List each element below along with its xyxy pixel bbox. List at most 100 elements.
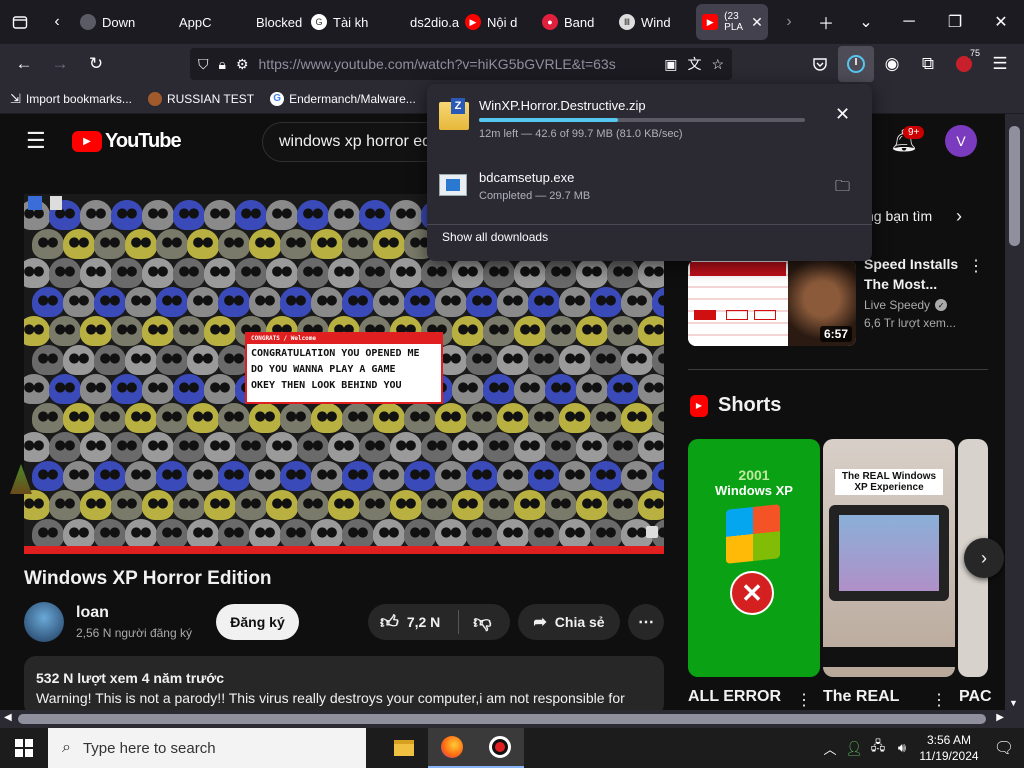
skull-graphic: [297, 258, 329, 288]
skull-graphic: [328, 258, 360, 288]
short-caption[interactable]: PAC: [959, 688, 992, 706]
tab-2[interactable]: Blocked: [228, 0, 305, 44]
chevron-down-icon[interactable]: ⌄: [846, 0, 886, 44]
chevron-right-icon[interactable]: ›: [956, 206, 962, 227]
forward-arrow-icon[interactable]: →: [42, 46, 78, 82]
download-item[interactable]: Z WinXP.Horror.Destructive.zip 12m left …: [439, 94, 859, 152]
recommended-channel[interactable]: Live Speedy ✓: [864, 298, 948, 312]
share-button[interactable]: ➦ Chia sẻ: [518, 604, 620, 640]
scroll-left-arrow-icon[interactable]: ◀: [4, 712, 12, 723]
short-caption[interactable]: ALL ERROR: [688, 688, 781, 706]
skull-graphic: [390, 490, 422, 520]
restore-icon[interactable]: ❐: [932, 0, 978, 44]
close-window-icon[interactable]: ✕: [978, 0, 1024, 44]
bookmark-endermanch[interactable]: G Endermanch/Malware...: [270, 91, 416, 106]
show-all-downloads-link[interactable]: Show all downloads: [442, 230, 548, 244]
more-options-icon[interactable]: ⋮: [931, 690, 947, 710]
lock-icon[interactable]: 🔒︎: [219, 56, 226, 73]
more-options-icon[interactable]: ⋮: [796, 690, 812, 710]
addon-icon[interactable]: 75: [946, 46, 982, 82]
channel-name[interactable]: loan: [76, 604, 109, 622]
scroll-down-arrow-icon[interactable]: ▼: [1009, 698, 1018, 708]
tab-0[interactable]: Down: [74, 0, 151, 44]
new-tab-icon[interactable]: ＋: [806, 0, 846, 44]
tab-4[interactable]: ds2dio.ae: [382, 0, 459, 44]
tab-7[interactable]: Ⅲ Wind: [613, 0, 690, 44]
firefox-icon[interactable]: [428, 728, 476, 768]
file-explorer-icon[interactable]: [380, 728, 428, 768]
taskbar-clock[interactable]: 3:56 AM 11/19/2024: [914, 732, 984, 764]
avatar[interactable]: V: [945, 125, 977, 157]
download-item[interactable]: bdcamsetup.exe Completed — 29.7 MB 🗀︎: [439, 166, 859, 224]
pocket-icon[interactable]: [802, 46, 838, 82]
minimize-icon[interactable]: ─: [886, 0, 932, 44]
close-tab-icon[interactable]: ✕: [751, 14, 763, 31]
tab-5[interactable]: ▶ Nội d: [459, 0, 536, 44]
bandicam-icon[interactable]: [476, 728, 524, 768]
thumbs-down-icon[interactable]: 👎︎: [473, 611, 491, 633]
recommended-title[interactable]: Speed Installs The Most...: [864, 254, 958, 294]
skull-graphic: [483, 258, 515, 288]
url-bar[interactable]: ⛉ 🔒︎ ⚙ https://www.youtube.com/watch?v=h…: [190, 48, 732, 80]
bookmark-star-icon[interactable]: ☆: [711, 56, 724, 73]
vertical-scrollbar[interactable]: ▼: [1005, 114, 1024, 710]
recommended-thumbnail[interactable]: 6:57: [688, 260, 856, 346]
video-progress-bar[interactable]: [24, 546, 664, 554]
tab-3[interactable]: G Tài kh: [305, 0, 382, 44]
scroll-tabs-right-icon[interactable]: ›: [772, 0, 806, 44]
start-button[interactable]: [0, 728, 48, 768]
cancel-download-icon[interactable]: ✕: [835, 104, 850, 125]
more-actions-icon[interactable]: ⋯: [628, 604, 664, 640]
download-status: Completed — 29.7 MB: [479, 190, 591, 202]
back-arrow-icon[interactable]: ←: [6, 46, 42, 82]
notification-center-icon[interactable]: 🗨︎: [984, 728, 1024, 768]
url-text[interactable]: https://www.youtube.com/watch?v=hiKG5bGV…: [259, 56, 659, 72]
subscribe-button[interactable]: Đăng ký: [216, 604, 299, 640]
menu-icon[interactable]: ☰: [982, 46, 1018, 82]
filter-chip[interactable]: ng bạn tìm: [866, 208, 932, 224]
tab-list-icon[interactable]: [0, 0, 40, 44]
channel-avatar[interactable]: [24, 602, 64, 642]
youtube-logo[interactable]: ▶ YouTube: [72, 130, 182, 153]
zip-file-icon: Z: [439, 98, 469, 130]
picture-in-picture-icon[interactable]: ▣: [664, 56, 677, 73]
show-hidden-icons-icon[interactable]: ︿: [818, 728, 842, 768]
skull-graphic: [528, 461, 560, 491]
account-icon[interactable]: ◉: [874, 46, 910, 82]
skull-graphic: [24, 258, 50, 288]
tab-1[interactable]: AppC: [151, 0, 228, 44]
bookmark-russian-test[interactable]: RUSSIAN TEST: [147, 91, 254, 106]
skull-graphic: [342, 403, 374, 433]
bookmark-import[interactable]: ⇲ Import bookmarks...: [10, 91, 132, 107]
taskbar-search-box[interactable]: ⌕ Type here to search: [48, 728, 366, 768]
scroll-thumb[interactable]: [1009, 126, 1020, 246]
skull-graphic: [373, 287, 405, 317]
hamburger-menu-icon[interactable]: ☰: [26, 130, 46, 152]
short-caption[interactable]: The REAL: [823, 688, 899, 706]
translate-icon[interactable]: 文: [687, 54, 701, 74]
scroll-right-arrow-icon[interactable]: ▶: [996, 712, 1004, 723]
more-options-icon[interactable]: ⋮: [968, 256, 984, 276]
like-count[interactable]: 7,2 N: [407, 614, 440, 630]
short-card[interactable]: 2001 Windows XP ✕: [688, 439, 820, 677]
downloads-icon[interactable]: [838, 46, 874, 82]
tab-active-youtube[interactable]: ▶ (23 PLA ✕: [696, 4, 768, 40]
shorts-next-icon[interactable]: ›: [964, 538, 1004, 578]
permissions-icon[interactable]: ⚙: [236, 56, 249, 73]
tab-6[interactable]: ● Band: [536, 0, 613, 44]
reload-icon[interactable]: ↻: [78, 46, 114, 82]
description-box[interactable]: 532 N lượt xem 4 năm trước Warning! This…: [24, 656, 664, 710]
people-icon[interactable]: 👤︎: [842, 728, 866, 768]
shield-icon[interactable]: ⛉: [198, 56, 209, 73]
scroll-tabs-left-icon[interactable]: ‹: [40, 0, 74, 44]
scroll-thumb[interactable]: [18, 714, 986, 724]
extensions-icon[interactable]: ⧉: [910, 46, 946, 82]
horizontal-scrollbar[interactable]: ◀ ▶: [0, 710, 1024, 728]
network-icon[interactable]: 🖧︎: [866, 728, 890, 768]
open-folder-icon[interactable]: 🗀︎: [835, 176, 850, 201]
tab-label: ds2dio.ae: [410, 14, 459, 30]
volume-icon[interactable]: 🔊︎: [890, 728, 914, 768]
thumbs-up-icon[interactable]: 👍︎: [380, 611, 399, 633]
short-card[interactable]: The REAL Windows XP Experience: [823, 439, 955, 677]
skull-graphic: [125, 461, 157, 491]
